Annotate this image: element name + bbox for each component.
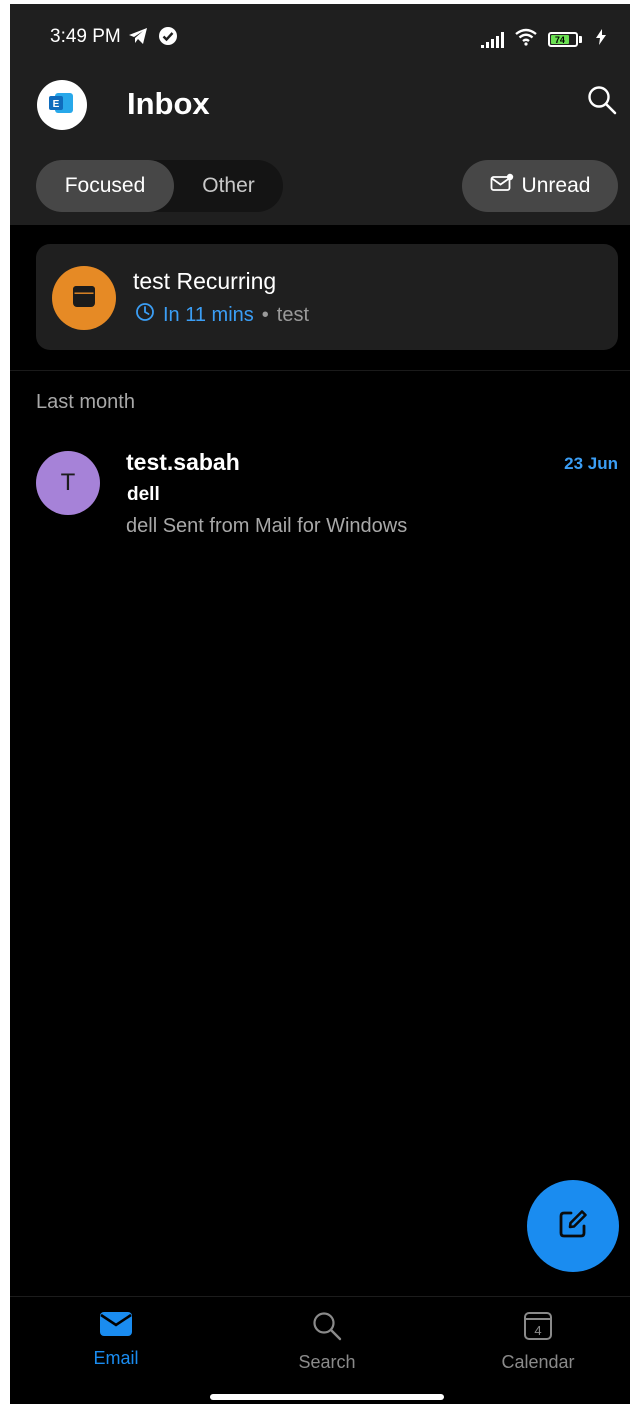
event-icon-badge — [52, 266, 116, 330]
header-area: 3:49 PM 74 E Inbox Focused Other Unread — [10, 4, 630, 225]
account-button[interactable]: E — [37, 80, 87, 130]
status-time: 3:49 PM — [50, 26, 121, 47]
event-details: In 11 mins • test — [135, 302, 309, 328]
avatar: T — [36, 451, 100, 515]
nav-email-label: Email — [93, 1348, 139, 1368]
email-sender: test.sabah — [126, 449, 240, 475]
compose-icon — [556, 1207, 590, 1246]
event-location: test — [276, 303, 310, 326]
nav-calendar[interactable]: 4 Calendar — [478, 1311, 598, 1373]
event-time: In 11 mins — [163, 303, 254, 326]
home-indicator[interactable] — [210, 1394, 444, 1400]
email-date: 23 Jun — [564, 454, 618, 473]
status-icons-right: 74 — [481, 28, 606, 51]
unread-label: Unread — [521, 174, 591, 197]
battery-icon: 74 — [548, 31, 586, 49]
nav-search-label: Search — [298, 1352, 356, 1372]
calendar-icon — [71, 283, 97, 314]
nav-calendar-label: Calendar — [501, 1352, 575, 1372]
telegram-icon — [128, 27, 148, 50]
check-circle-icon — [158, 26, 178, 51]
compose-button[interactable] — [527, 1180, 619, 1272]
mail-icon — [99, 1311, 133, 1342]
email-list-item[interactable]: T test.sabah 23 Jun dell dell Sent from … — [10, 444, 630, 554]
unread-filter-button[interactable]: Unread — [462, 160, 618, 212]
exchange-icon: E — [49, 91, 75, 120]
svg-text:E: E — [53, 99, 60, 110]
bottom-navigation: Email Search 4 Calendar — [10, 1296, 630, 1404]
battery-level: 74 — [551, 35, 569, 45]
upcoming-event-card[interactable]: test Recurring In 11 mins • test — [36, 244, 618, 350]
tab-other[interactable]: Other — [174, 160, 283, 212]
section-header: Last month — [36, 391, 135, 413]
outlook-inbox-screen: 3:49 PM 74 E Inbox Focused Other Unread … — [10, 4, 630, 1404]
nav-email[interactable]: Email — [56, 1311, 176, 1369]
email-subject: dell — [127, 484, 160, 505]
clock-icon — [135, 302, 155, 328]
search-icon — [587, 85, 617, 120]
mail-unread-icon — [490, 173, 514, 199]
event-separator: • — [261, 303, 269, 326]
status-bar: 3:49 PM 74 — [10, 4, 630, 74]
search-button[interactable] — [582, 82, 622, 122]
divider — [10, 370, 630, 371]
event-title: test Recurring — [133, 268, 277, 294]
page-title: Inbox — [127, 86, 210, 121]
status-icons-left — [128, 26, 178, 51]
search-icon — [312, 1311, 342, 1346]
signal-icon — [481, 31, 504, 48]
calendar-day: 4 — [534, 1323, 541, 1338]
wifi-icon — [514, 28, 538, 51]
nav-search[interactable]: Search — [267, 1311, 387, 1373]
charging-icon — [596, 29, 606, 50]
calendar-icon: 4 — [523, 1311, 553, 1346]
inbox-pivot: Focused Other — [36, 160, 283, 212]
app-bar: E Inbox — [10, 74, 630, 142]
tab-focused[interactable]: Focused — [36, 160, 174, 212]
email-preview: dell Sent from Mail for Windows — [126, 515, 408, 537]
